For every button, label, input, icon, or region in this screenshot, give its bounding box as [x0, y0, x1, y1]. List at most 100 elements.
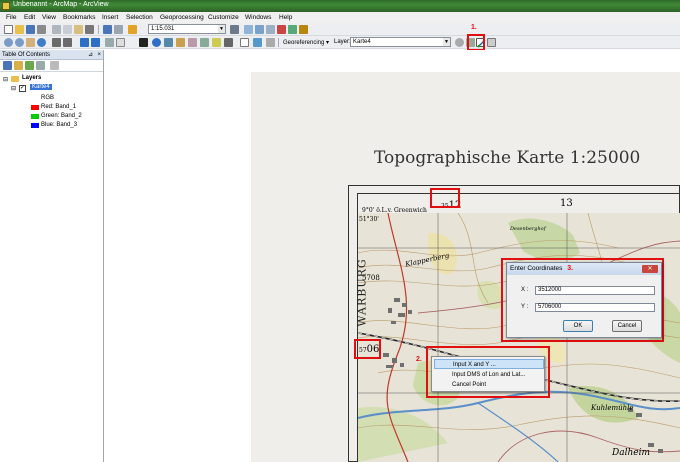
back-icon[interactable] — [80, 38, 89, 47]
select-features-icon[interactable] — [105, 38, 114, 47]
map-title: Topographische Karte 1:25000 — [374, 148, 641, 168]
menu-help[interactable]: Help — [279, 14, 292, 21]
list-by-drawing-order-icon[interactable] — [3, 61, 12, 70]
paste-icon[interactable] — [74, 25, 83, 34]
layer-value: Karte4 — [353, 39, 371, 45]
menu-item-cancel-point[interactable]: Cancel Point — [434, 380, 544, 390]
list-by-selection-icon[interactable] — [36, 61, 45, 70]
scale-combobox[interactable]: 1:15.031 ▼ — [148, 24, 226, 34]
menu-edit[interactable]: Edit — [24, 14, 35, 21]
identify-icon[interactable] — [152, 38, 161, 47]
step3-label: 3. — [567, 265, 574, 272]
undo-icon[interactable] — [103, 25, 112, 34]
place-kuhlemuehle: Kuhlemühle — [591, 404, 634, 412]
copy-icon[interactable] — [63, 25, 72, 34]
menu-view[interactable]: View — [42, 14, 56, 21]
toc-toolbar — [0, 60, 103, 72]
menu-customize[interactable]: Customize — [208, 14, 239, 21]
tools-georeferencing-toolbar: Georeferencing ▾ Layer: Karte4 ▼ — [0, 36, 680, 49]
menu-item-input-dms[interactable]: Input DMS of Lon and Lat... — [434, 370, 544, 380]
view-link-table-icon[interactable] — [487, 38, 496, 47]
pan-icon[interactable] — [26, 38, 35, 47]
zoom-in-icon[interactable] — [4, 38, 13, 47]
toc-window-icon[interactable] — [244, 25, 253, 34]
goto-xy-icon[interactable] — [188, 38, 197, 47]
layer-combobox[interactable]: Karte4 ▼ — [350, 37, 451, 47]
open-icon[interactable] — [15, 25, 24, 34]
rgb-label: RGB — [41, 95, 55, 101]
layer-label: Layer: — [334, 39, 351, 45]
x-coordinate-input[interactable]: 3512000 — [535, 286, 655, 295]
catalog-window-icon[interactable] — [255, 25, 264, 34]
blue-band-swatch — [31, 123, 39, 128]
full-extent-icon[interactable] — [37, 38, 46, 47]
model-builder-icon[interactable] — [299, 25, 308, 34]
list-by-source-icon[interactable] — [14, 61, 23, 70]
menu-bookmarks[interactable]: Bookmarks — [63, 14, 96, 21]
latitude-text: 51°30' — [359, 216, 379, 223]
editor-toolbar-icon[interactable] — [230, 25, 239, 34]
window-titlebar: Unbenannt - ArcMap - ArcView — [0, 0, 680, 12]
close-icon[interactable]: × — [97, 50, 101, 60]
coord-top-next: 13 — [560, 198, 573, 209]
menu-windows[interactable]: Windows — [245, 14, 271, 21]
cancel-button[interactable]: Cancel — [612, 320, 642, 332]
select-elements-icon[interactable] — [139, 38, 148, 47]
layer-visibility-checkbox[interactable]: ✓ — [19, 85, 26, 92]
meridian-text: 9°0' ö.L.v. Greenwich — [362, 207, 427, 214]
toolbar-options-icon[interactable] — [266, 38, 275, 47]
time-slider-icon[interactable] — [253, 38, 262, 47]
scale-value: 1:15.031 — [151, 26, 175, 32]
toolbar-separator — [278, 38, 279, 47]
y-coordinate-input[interactable]: 5706000 — [535, 303, 655, 312]
find-icon[interactable] — [164, 38, 173, 47]
new-document-icon[interactable] — [4, 25, 13, 34]
save-icon[interactable] — [26, 25, 35, 34]
search-window-icon[interactable] — [266, 25, 275, 34]
find-route-icon[interactable] — [176, 38, 185, 47]
menu-geoprocessing[interactable]: Geoprocessing — [160, 14, 204, 21]
print-icon[interactable] — [37, 25, 46, 34]
arctoolbox-icon[interactable] — [277, 25, 286, 34]
toc-title-bar: Table Of Contents ⊿ × — [0, 50, 103, 60]
green-band-swatch — [31, 114, 39, 119]
measure-icon[interactable] — [200, 38, 209, 47]
create-viewer-icon[interactable] — [240, 38, 249, 47]
close-button[interactable]: ✕ — [642, 265, 658, 273]
chevron-down-icon: ▼ — [218, 25, 225, 33]
cut-icon[interactable] — [52, 25, 61, 34]
forward-icon[interactable] — [91, 38, 100, 47]
html-popup-icon[interactable] — [224, 38, 233, 47]
expand-icon[interactable]: ⊟ — [3, 76, 8, 83]
layers-label[interactable]: Layers — [22, 75, 41, 81]
pin-icon[interactable]: ⊿ — [88, 50, 93, 60]
options-icon[interactable] — [50, 61, 59, 70]
place-warburg: WARBURG — [355, 258, 369, 327]
blue-band-label: Blue: Band_3 — [41, 122, 78, 128]
standard-toolbar: 1:15.031 ▼ — [0, 23, 680, 36]
python-window-icon[interactable] — [288, 25, 297, 34]
clear-selection-icon[interactable] — [116, 38, 125, 47]
add-data-icon[interactable] — [128, 25, 137, 34]
ok-button[interactable]: OK — [563, 320, 593, 332]
fixed-zoom-out-icon[interactable] — [63, 38, 72, 47]
menu-insert[interactable]: Insert — [102, 14, 118, 21]
layer-name[interactable]: Karte4 — [30, 84, 52, 90]
delete-icon[interactable] — [85, 25, 94, 34]
hyperlink-icon[interactable] — [212, 38, 221, 47]
georeferencing-menu[interactable]: Georeferencing ▾ — [283, 39, 329, 46]
place-desenberghof: Desenberghof — [510, 226, 546, 232]
list-by-visibility-icon[interactable] — [25, 61, 34, 70]
menu-selection[interactable]: Selection — [126, 14, 153, 21]
redo-icon[interactable] — [114, 25, 123, 34]
fixed-zoom-in-icon[interactable] — [52, 38, 61, 47]
map-view[interactable]: Topographische Karte 1:25000 3512 13 9°0… — [105, 50, 680, 462]
rotate-icon[interactable] — [455, 38, 464, 47]
step1-label: 1. — [471, 24, 477, 31]
red-band-label: Red: Band_1 — [41, 104, 77, 110]
menu-file[interactable]: File — [6, 14, 16, 21]
zoom-out-icon[interactable] — [15, 38, 24, 47]
expand-icon[interactable]: ⊟ — [11, 85, 16, 92]
menu-item-input-x-and-y[interactable]: Input X and Y ... — [434, 359, 544, 369]
x-label: X : — [521, 287, 529, 293]
